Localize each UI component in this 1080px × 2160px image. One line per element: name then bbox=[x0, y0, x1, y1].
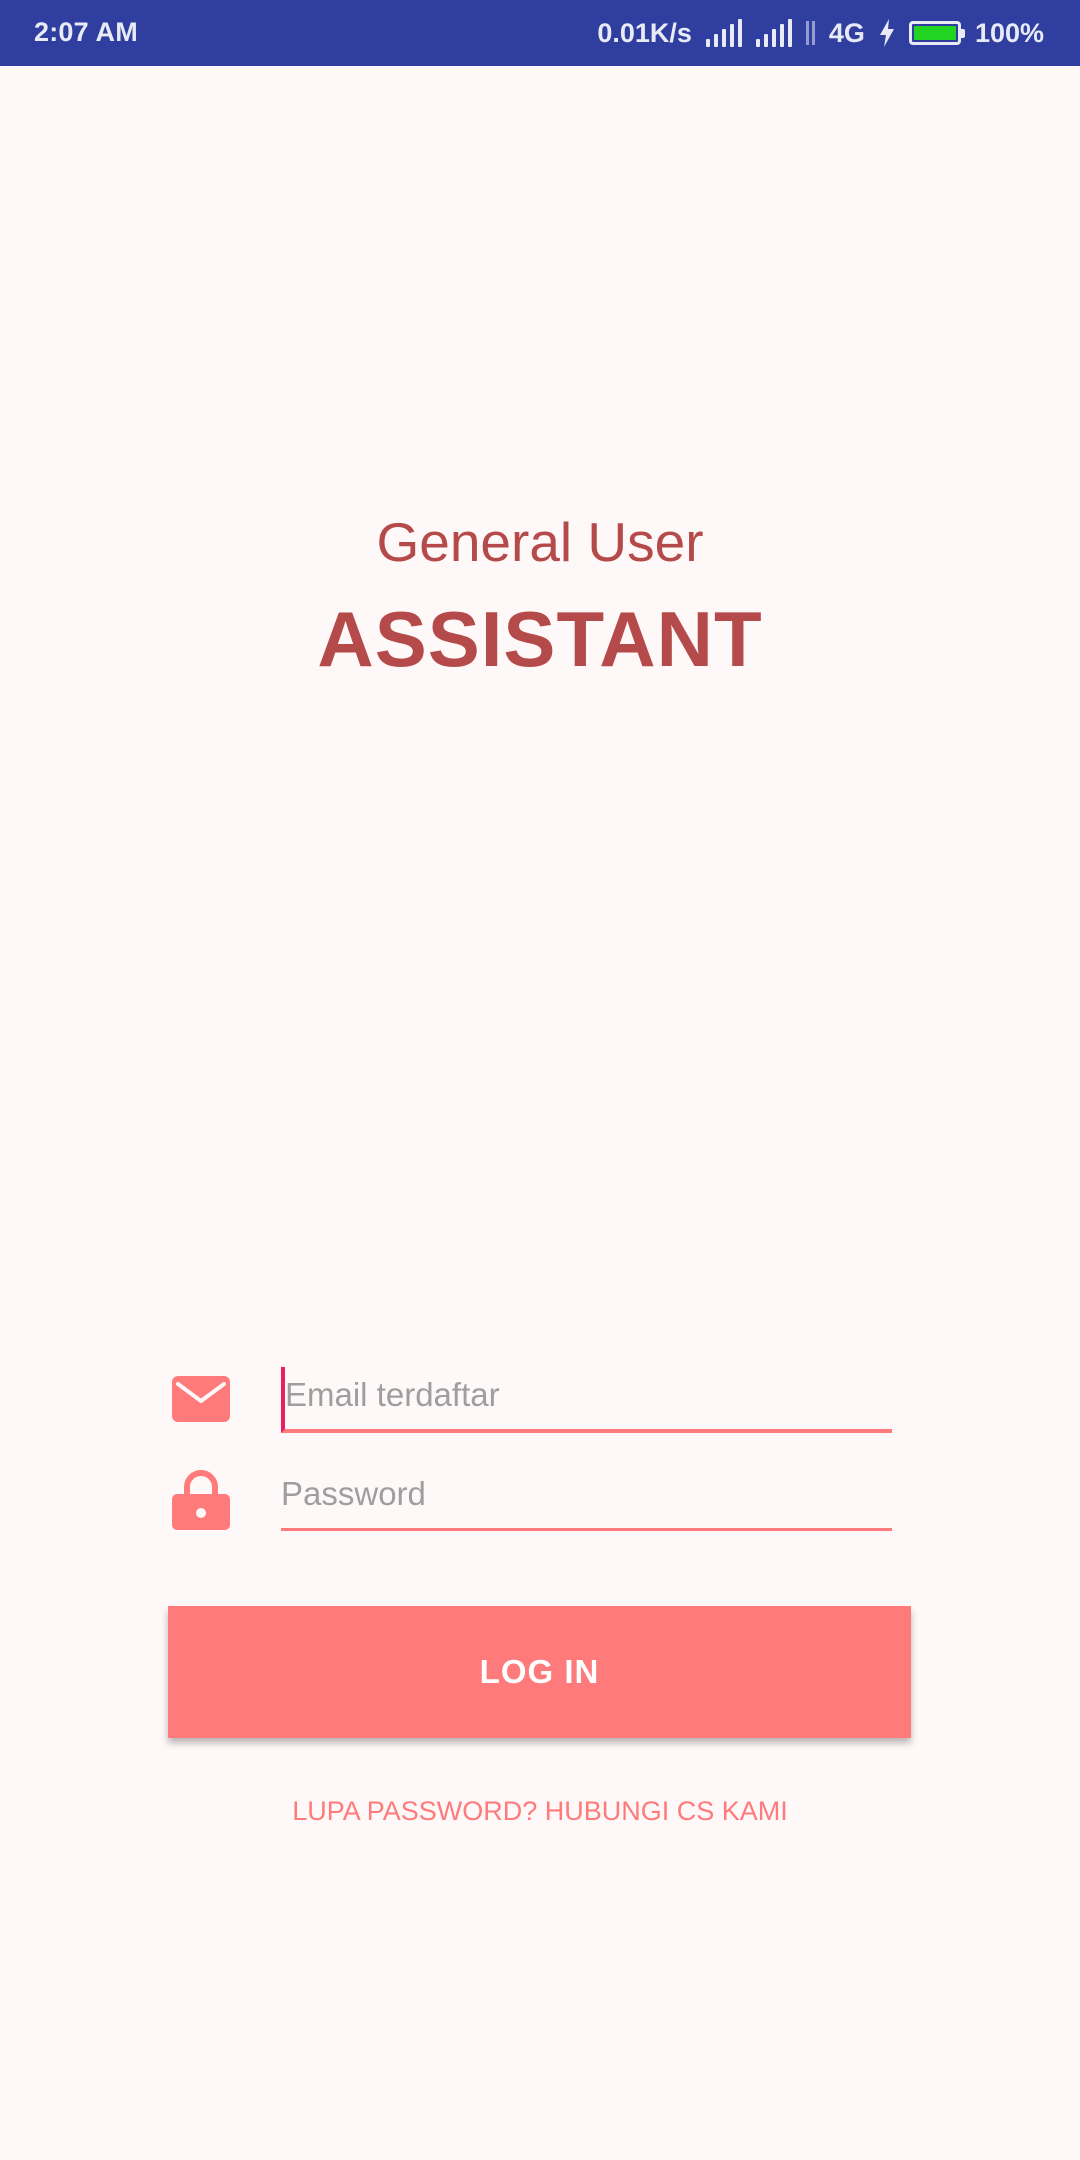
battery-fill bbox=[913, 26, 956, 40]
status-time: 2:07 AM bbox=[34, 17, 138, 47]
app-title: ASSISTANT bbox=[317, 595, 763, 683]
email-field[interactable] bbox=[281, 1367, 892, 1433]
password-field[interactable] bbox=[281, 1465, 892, 1531]
battery-percent: 100% bbox=[974, 17, 1044, 48]
signal-icon-sim1 bbox=[705, 19, 742, 47]
network-type: 4G bbox=[828, 17, 865, 48]
status-indicators: 0.01K/s 4G 100% bbox=[597, 14, 1044, 52]
forgot-password-link[interactable]: LUPA PASSWORD? HUBUNGI CS KAMI bbox=[0, 1796, 1080, 1827]
login-button[interactable]: LOG IN bbox=[168, 1606, 911, 1738]
signal-icon-sim2 bbox=[755, 19, 792, 47]
network-speed: 0.01K/s bbox=[597, 17, 692, 48]
battery-icon bbox=[908, 21, 965, 45]
app-subtitle: General User bbox=[376, 511, 704, 573]
status-bar: 2:07 AM 0.01K/s 4G 100% bbox=[0, 0, 1080, 66]
mail-icon bbox=[172, 1376, 230, 1422]
charging-icon bbox=[879, 19, 894, 47]
lock-icon bbox=[172, 1470, 230, 1530]
data-transfer-icon bbox=[805, 19, 815, 47]
